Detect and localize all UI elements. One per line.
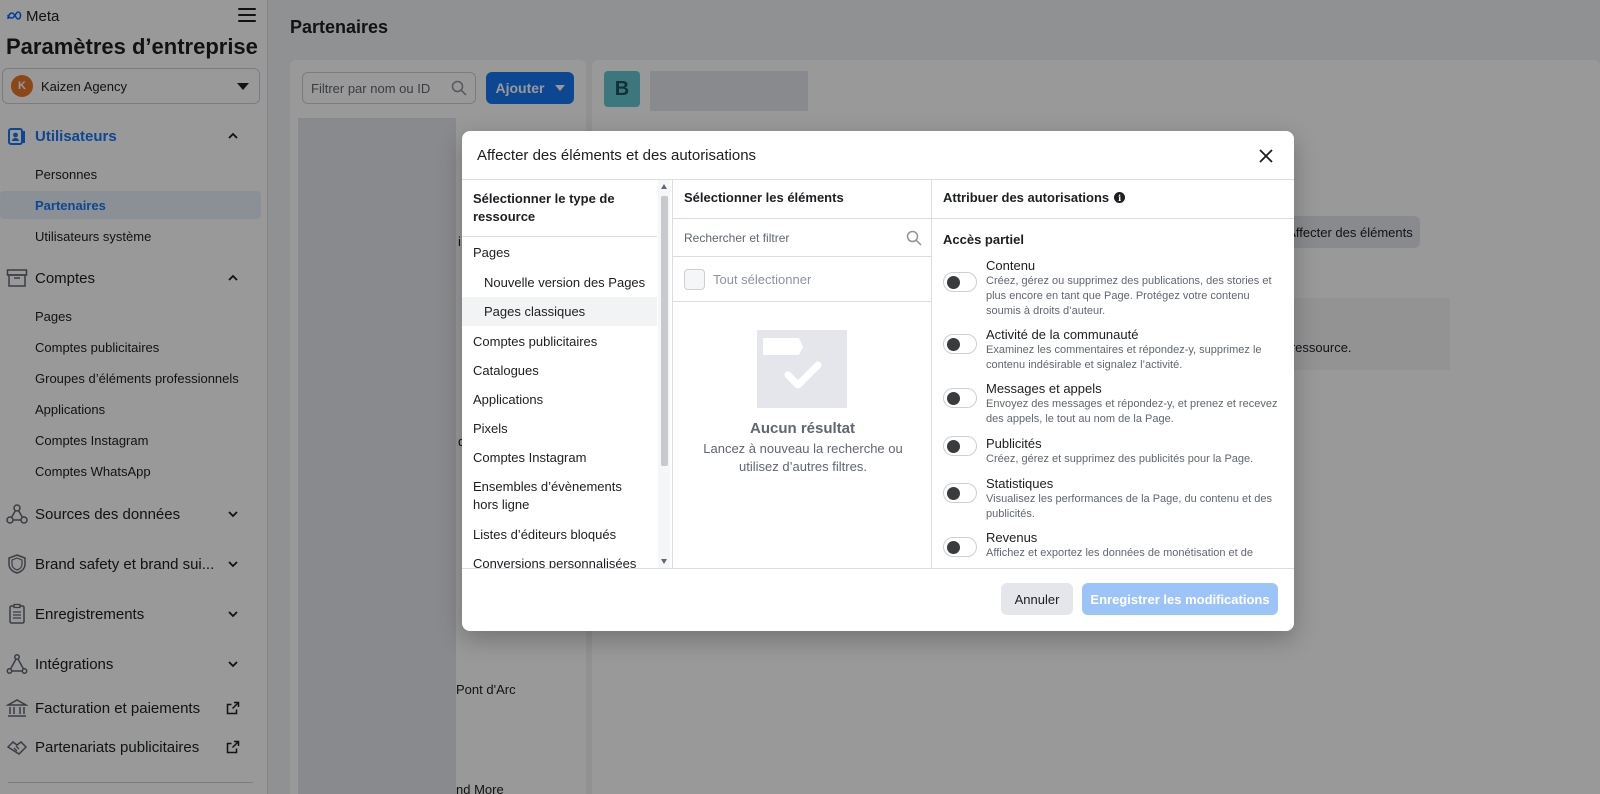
- assign-assets-dialog: Affecter des éléments et des autorisatio…: [462, 131, 1294, 631]
- permissions-column: Attribuer des autorisations i Accès part…: [931, 180, 1294, 568]
- resource-type-column: Sélectionner le type de ressource Pages …: [462, 180, 672, 568]
- dialog-title: Affecter des éléments et des autorisatio…: [477, 147, 757, 164]
- resource-type-item[interactable]: Comptes publicitaires: [462, 333, 657, 351]
- permission-title: Publicités: [986, 436, 1042, 451]
- permissions-header: Attribuer des autorisations i: [943, 190, 1126, 205]
- resource-type-item[interactable]: Comptes Instagram: [462, 449, 657, 467]
- permission-toggle[interactable]: [943, 483, 977, 503]
- resource-type-item[interactable]: Listes d’éditeurs bloqués: [462, 526, 657, 544]
- search-placeholder: Rechercher et filtrer: [684, 230, 790, 245]
- permission-toggle[interactable]: [943, 436, 977, 456]
- toggle-knob: [947, 276, 960, 289]
- asset-search-input[interactable]: Rechercher et filtrer: [673, 219, 932, 257]
- permission-description: Visualisez les performances de la Page, …: [986, 493, 1272, 520]
- permission-description: Créez, gérez ou supprimez des publicatio…: [986, 275, 1272, 317]
- resource-type-header: Sélectionner le type de ressource: [473, 191, 615, 224]
- close-button[interactable]: [1254, 144, 1278, 168]
- cancel-button[interactable]: Annuler: [1001, 583, 1073, 615]
- permission-title: Activité de la communauté: [986, 327, 1139, 342]
- save-changes-button[interactable]: Enregistrer les modifications: [1082, 583, 1278, 615]
- permission-toggle[interactable]: [943, 388, 977, 408]
- toggle-knob: [947, 440, 960, 453]
- select-all-row[interactable]: Tout sélectionner: [673, 258, 932, 302]
- permission-title: Contenu: [986, 258, 1036, 273]
- permissions-header-label: Attribuer des autorisations: [943, 190, 1110, 205]
- toggle-knob: [947, 487, 960, 500]
- permission-toggle[interactable]: [943, 334, 977, 354]
- resource-type-item-selected[interactable]: Pages classiques: [462, 297, 657, 326]
- permission-toggle[interactable]: [943, 537, 977, 557]
- permission-description: Affichez et exportez les données de moné…: [986, 547, 1254, 559]
- scroll-down-icon[interactable]: [661, 559, 667, 564]
- permission-description: Examinez les commentaires et répondez-y,…: [986, 344, 1262, 371]
- toggle-knob: [947, 541, 960, 554]
- resource-type-item[interactable]: Pixels: [462, 420, 657, 438]
- empty-folder-check-icon: [757, 330, 847, 408]
- select-all-checkbox[interactable]: [684, 269, 705, 290]
- permission-description: Créez, gérez et supprimez des publicités…: [986, 453, 1254, 465]
- partial-access-label: Accès partiel: [943, 232, 1024, 247]
- select-all-label: Tout sélectionner: [713, 272, 812, 287]
- resource-type-item[interactable]: Nouvelle version des Pages: [462, 274, 657, 292]
- permission-title: Messages et appels: [986, 381, 1102, 396]
- resource-type-item[interactable]: Pages: [462, 244, 657, 262]
- dialog-body: Sélectionner le type de ressource Pages …: [462, 179, 1294, 569]
- resource-type-item[interactable]: Applications: [462, 391, 657, 409]
- close-icon: [1259, 149, 1273, 163]
- toggle-knob: [947, 338, 960, 351]
- search-icon: [906, 230, 922, 246]
- info-icon[interactable]: i: [1114, 192, 1126, 203]
- divider: [462, 236, 657, 237]
- select-assets-column: Sélectionner les éléments Rechercher et …: [672, 180, 932, 568]
- resource-type-item[interactable]: Conversions personnalisées: [462, 555, 657, 568]
- permission-title: Statistiques: [986, 476, 1054, 491]
- scroll-up-icon[interactable]: [661, 184, 667, 189]
- resource-type-item[interactable]: Ensembles d’évènements hors ligne: [462, 478, 657, 514]
- divider: [932, 218, 1294, 219]
- scrollbar-thumb[interactable]: [661, 196, 668, 466]
- permission-description: Envoyez des messages et répondez-y, et p…: [986, 398, 1278, 425]
- scrollbar[interactable]: [658, 180, 670, 568]
- select-assets-header: Sélectionner les éléments: [684, 190, 844, 205]
- permission-title: Revenus: [986, 530, 1038, 545]
- empty-state-title: Aucun résultat: [749, 420, 855, 437]
- empty-state-subtitle: Lancez à nouveau la recherche ou utilise…: [703, 441, 903, 474]
- resource-type-item[interactable]: Catalogues: [462, 362, 657, 380]
- permission-toggle[interactable]: [943, 272, 977, 292]
- toggle-knob: [947, 392, 960, 405]
